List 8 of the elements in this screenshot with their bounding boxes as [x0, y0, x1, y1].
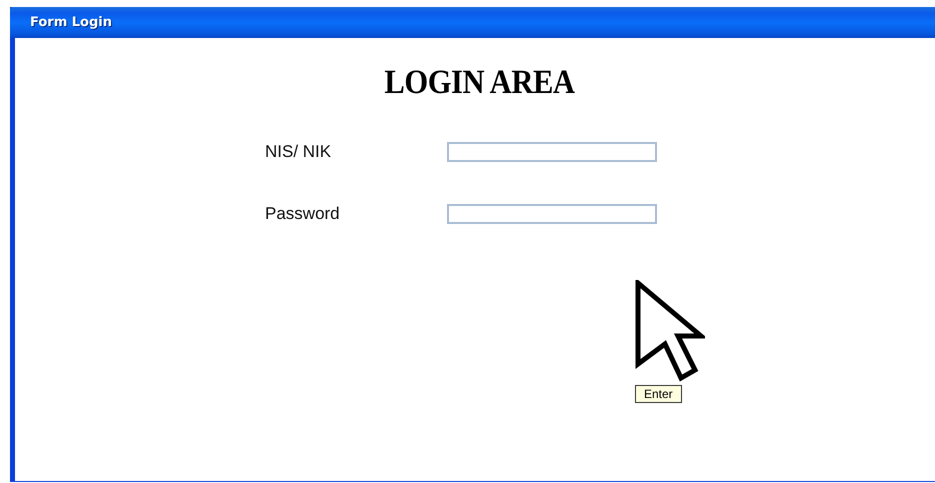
- field-label: NIS/ NIK: [265, 142, 332, 162]
- input-field[interactable]: [447, 142, 657, 162]
- tooltip: Enter: [635, 385, 682, 403]
- input-field[interactable]: [447, 204, 657, 224]
- window-title: Form Login: [30, 15, 112, 30]
- cursor-icon: [635, 280, 705, 382]
- field-label: Password: [265, 204, 341, 224]
- heading: LOGIN AREA: [383, 64, 576, 102]
